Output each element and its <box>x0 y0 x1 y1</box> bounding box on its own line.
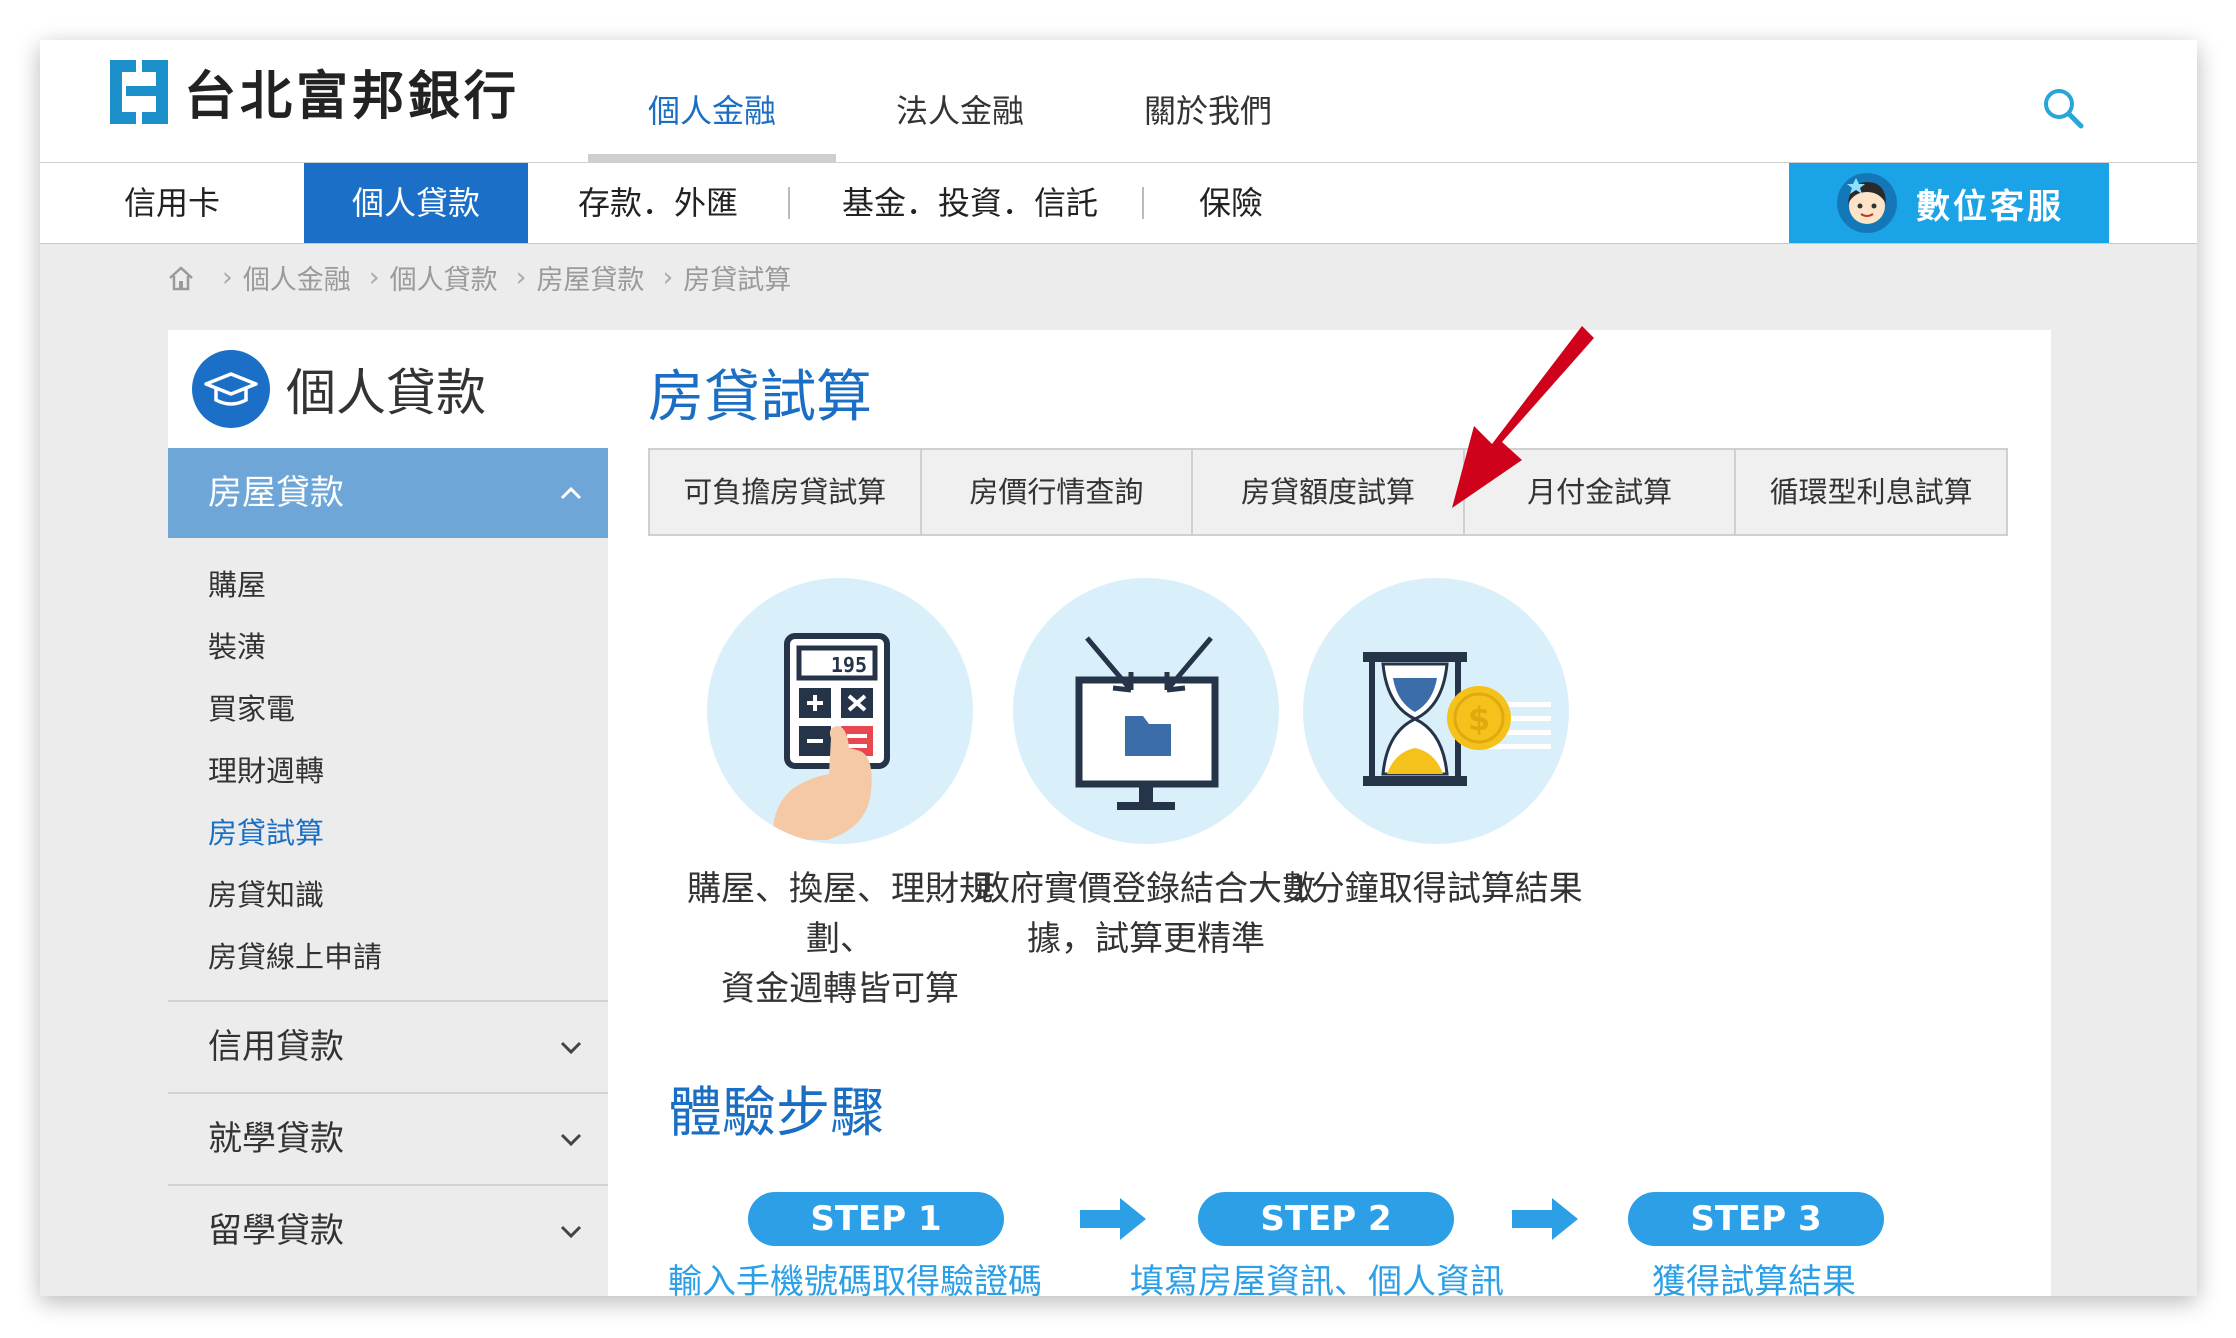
feature-line: 1分鐘取得試算結果 <box>1289 869 1583 909</box>
sidebar-category-label: 房屋貸款 <box>208 473 344 513</box>
chevron-right-icon: › <box>222 262 233 293</box>
search-icon[interactable] <box>2041 86 2085 130</box>
top-nav-personal[interactable]: 個人金融 <box>588 40 836 162</box>
sidebar-item-mortgage-calculator[interactable]: 房貸試算 <box>168 802 608 864</box>
tab-loan-amount[interactable]: 房貸額度試算 <box>1193 450 1465 534</box>
sidebar-submenu: 購屋 裝潢 買家電 理財週轉 房貸試算 房貸知識 房貸線上申請 <box>168 538 608 1000</box>
chevron-up-icon <box>560 486 582 500</box>
chevron-right-icon: › <box>515 262 527 293</box>
feature-line: 資金週轉皆可算 <box>721 969 959 1009</box>
calculator-icon: 195 <box>772 633 890 840</box>
digital-service-label: 數位客服 <box>1916 186 2064 227</box>
sidebar-item-appliance[interactable]: 買家電 <box>168 678 608 740</box>
tab-affordability[interactable]: 可負擔房貸試算 <box>650 450 922 534</box>
sidebar-category-mortgage[interactable]: 房屋貸款 <box>168 448 608 538</box>
sidebar-category-label: 留學貸款 <box>208 1211 344 1251</box>
monitor-data-icon <box>1075 636 1219 810</box>
product-nav-personal-loan[interactable]: 個人貸款 <box>304 163 528 243</box>
feature-text: 購屋、換屋、理財規劃、 資金週轉皆可算 <box>670 864 1010 1014</box>
sidebar-item-purchase[interactable]: 購屋 <box>168 554 608 616</box>
nav-divider <box>1142 187 1144 219</box>
calculator-tabs: 可負擔房貸試算 房價行情查詢 房貸額度試算 月付金試算 循環型利息試算 <box>648 448 2008 536</box>
product-nav-fund[interactable]: 基金．投資．信託 <box>810 163 1130 243</box>
chevron-down-icon <box>560 1225 582 1239</box>
service-agent-avatar-icon <box>1837 173 1897 233</box>
sidebar-item-online-apply[interactable]: 房貸線上申請 <box>168 926 608 988</box>
step-3-badge: STEP 3 <box>1628 1192 1884 1246</box>
feature-card: $ 1分鐘取得試算結果 <box>1266 578 1606 914</box>
bank-name: 台北富邦銀行 <box>184 67 521 127</box>
sidebar-category-student-loan[interactable]: 就學貸款 <box>168 1092 608 1184</box>
chevron-right-icon: › <box>368 262 380 293</box>
main-content: 房貸試算 可負擔房貸試算 房價行情查詢 房貸額度試算 月付金試算 循環型利息試算… <box>608 330 2051 1296</box>
breadcrumb: › 個人金融 › 個人貸款 › 房屋貸款 › 房貸試算 <box>166 258 791 297</box>
sidebar-item-mortgage-knowledge[interactable]: 房貸知識 <box>168 864 608 926</box>
breadcrumb-item[interactable]: 個人貸款 <box>390 258 498 297</box>
chevron-right-icon: › <box>662 262 674 293</box>
nav-divider <box>788 187 790 219</box>
feature-card: 政府實價登錄結合大數 據，試算更精準 <box>976 578 1316 964</box>
step-1-badge: STEP 1 <box>748 1192 1004 1246</box>
hourglass-coin-icon: $ <box>1363 652 1551 786</box>
step-1-description: 輸入手機號碼取得驗證碼 <box>668 1262 1042 1296</box>
sidebar-item-renovation[interactable]: 裝潢 <box>168 616 608 678</box>
top-header: 台北富邦銀行 個人金融 法人金融 關於我們 <box>40 40 2197 163</box>
feature-line: 購屋、換屋、理財規劃、 <box>687 869 993 959</box>
feature-text: 1分鐘取得試算結果 <box>1266 864 1606 914</box>
step-2-badge: STEP 2 <box>1198 1192 1454 1246</box>
feature-text: 政府實價登錄結合大數 據，試算更精準 <box>976 864 1316 964</box>
sidebar-title: 個人貸款 <box>286 364 486 422</box>
calculator-display-text: 195 <box>831 653 867 677</box>
step-3-description: 獲得試算結果 <box>1652 1262 1856 1296</box>
breadcrumb-item[interactable]: 個人金融 <box>243 258 351 297</box>
sidebar: 個人貸款 房屋貸款 購屋 裝潢 買家電 理財週轉 房貸試算 房貸知識 房貸線上申… <box>168 330 608 1296</box>
bank-logo[interactable]: 台北富邦銀行 <box>106 54 520 129</box>
feature-line: 據，試算更精準 <box>1027 919 1265 959</box>
sidebar-header: 個人貸款 <box>168 330 608 448</box>
top-nav-about[interactable]: 關於我們 <box>1084 40 1332 162</box>
feature-card: 195 購屋、換屋、理財規劃、 資金週轉皆可算 <box>670 578 1010 1014</box>
sidebar-category-label: 信用貸款 <box>208 1027 344 1067</box>
sidebar-category-credit-loan[interactable]: 信用貸款 <box>168 1000 608 1092</box>
feature-line: 政府實價登錄結合大數 <box>976 869 1316 909</box>
tab-revolving-interest[interactable]: 循環型利息試算 <box>1736 450 2006 534</box>
svg-text:$: $ <box>1468 700 1490 738</box>
product-nav-credit-card[interactable]: 信用卡 <box>88 163 256 243</box>
chevron-down-icon <box>560 1133 582 1147</box>
browser-frame: 台北富邦銀行 個人金融 法人金融 關於我們 信用卡 個人貸款 存款．外匯 基金．… <box>40 40 2197 1296</box>
top-nav: 個人金融 法人金融 關於我們 <box>588 40 1332 162</box>
sidebar-category-overseas-study-loan[interactable]: 留學貸款 <box>168 1184 608 1276</box>
feature-circle <box>1013 578 1279 844</box>
graduation-cap-icon <box>192 350 270 428</box>
breadcrumb-item[interactable]: 房屋貸款 <box>536 258 644 297</box>
chevron-down-icon <box>560 1041 582 1055</box>
arrow-right-icon <box>1080 1198 1146 1240</box>
feature-circle: $ <box>1303 578 1569 844</box>
digital-service-button[interactable]: 數位客服 <box>1789 163 2109 243</box>
sidebar-category-label: 就學貸款 <box>208 1119 344 1159</box>
tab-price-lookup[interactable]: 房價行情查詢 <box>922 450 1194 534</box>
steps-title: 體驗步驟 <box>668 1081 884 1144</box>
sidebar-item-cashflow[interactable]: 理財週轉 <box>168 740 608 802</box>
product-nav-deposit[interactable]: 存款．外匯 <box>544 163 772 243</box>
breadcrumb-current: 房貸試算 <box>683 265 792 296</box>
feature-circle: 195 <box>707 578 973 844</box>
page-title: 房貸試算 <box>648 365 872 430</box>
red-annotation-arrow-icon <box>1452 326 1594 508</box>
home-icon[interactable] <box>166 263 196 293</box>
step-2-description: 填寫房屋資訊、個人資訊 <box>1130 1262 1504 1296</box>
top-nav-corporate[interactable]: 法人金融 <box>836 40 1084 162</box>
arrow-right-icon <box>1512 1198 1578 1240</box>
fubon-logo-icon <box>110 59 168 124</box>
product-nav-insurance[interactable]: 保險 <box>1168 163 1294 243</box>
